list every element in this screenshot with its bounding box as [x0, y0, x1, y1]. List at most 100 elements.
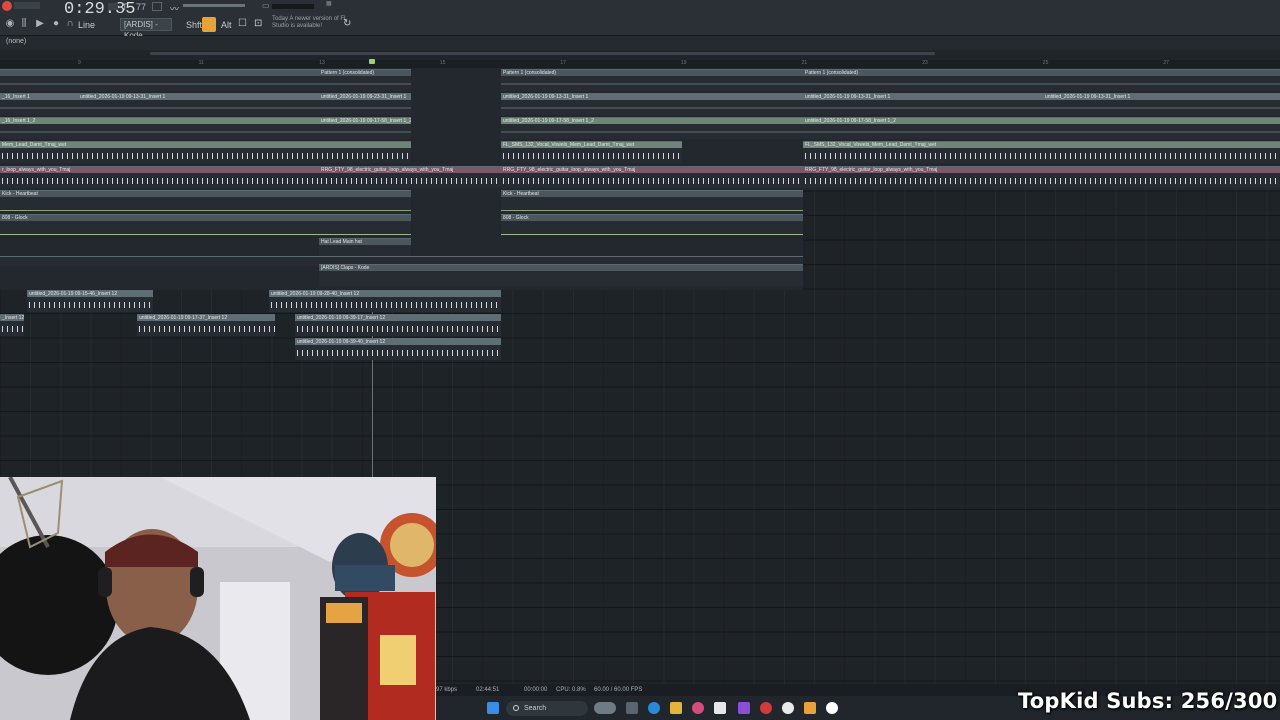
audio-clip[interactable]: untitled_2026-01-19 09-23-31_Insert 1 — [319, 93, 411, 115]
audio-clip[interactable]: _16_Insert 1_2 — [0, 117, 319, 139]
search-icon — [513, 705, 519, 711]
audio-clip[interactable]: untitled_2026-01-19 09-13-31_Insert 1 — [803, 93, 1043, 115]
vocal-clip[interactable]: _Insert 12 — [0, 314, 24, 336]
pattern-mode-icon[interactable]: ◉ — [4, 18, 16, 30]
play-icon[interactable]: ▶ — [34, 18, 46, 30]
scroll-thumb[interactable] — [150, 52, 935, 55]
record-time-readout: 00:00:00 — [524, 687, 548, 693]
vocal-clip[interactable]: untitled_2026-01-19 09-28-40_Insert 12 — [269, 290, 501, 312]
media-player-icon[interactable] — [782, 702, 794, 714]
pattern-clip[interactable]: Kick - Heartbeat — [0, 190, 411, 212]
playhead-marker[interactable] — [369, 59, 375, 64]
master-pitch-slider[interactable] — [183, 4, 245, 7]
subscriber-goal-overlay: TopKid Subs: 256/300 — [1018, 689, 1278, 713]
clip-label: untitled_2026-01-19 09-17-58_Insert 1_2 — [803, 118, 1280, 124]
webcam-scene — [0, 477, 436, 720]
tempo-value: 77 — [136, 2, 147, 12]
audio-clip[interactable]: untitled_2026-01-19 09-13-31_Insert 1 — [1043, 93, 1280, 115]
fl-toolbar: 0:29:85 ◉ ⫼ ▶ ● ∩ Line T 77 〰 ▭ ▦ [ARDIS… — [0, 0, 1280, 40]
clip-label: untitled_2026-01-19 09-39-17_Insert 12 — [295, 315, 501, 321]
audio-clip[interactable]: untitled_2026-01-19 09-13-31_Insert 1 — [78, 93, 319, 115]
audio-clip[interactable]: untitled_2026-01-19 09-17-58_Insert 1_2 — [319, 117, 411, 139]
typing-keyboard-button[interactable] — [202, 17, 216, 32]
metronome-icon[interactable] — [152, 2, 162, 11]
pattern-selector[interactable]: [ARDIS] - Kode — [120, 18, 172, 40]
clip-label: untitled_2026-01-19 09-13-31_Insert 1 — [78, 94, 319, 100]
clip-label: untitled_2026-01-19 09-28-40_Insert 12 — [269, 291, 501, 297]
audio-clip[interactable]: _16_Insert 1 — [0, 93, 78, 115]
ruler-bar-label: 15 — [439, 60, 446, 66]
clip-label — [0, 70, 319, 76]
clip-label: _16_Insert 1 — [0, 94, 78, 100]
audio-clip[interactable]: FL_SMS_132_Vocal_Vowels_Mem_Lead_Damt_Tm… — [501, 141, 682, 163]
tempo-box[interactable] — [108, 3, 118, 10]
clip-label: untitled_2026-01-19 09-23-31_Insert 1 — [319, 94, 411, 100]
vocal-clip[interactable]: untitled_2026-01-19 09-17-37_Insert 12 — [137, 314, 275, 336]
recent-icon[interactable]: ☐ — [238, 18, 247, 29]
refresh-icon[interactable]: ↻ — [343, 18, 351, 29]
clip-label: r_loop_always_with_you_Tmaj — [0, 167, 319, 173]
obs-icon[interactable] — [826, 702, 838, 714]
pattern-clip[interactable]: [ARDIS] Claps - Kode — [319, 264, 803, 286]
update-notice[interactable]: Today A newer version of FL Studio is av… — [272, 16, 352, 30]
clip-label: Pattern 1 (consolidated) — [501, 70, 803, 76]
store-icon[interactable] — [714, 702, 726, 714]
pattern-clip[interactable]: Pattern 1 (consolidated) — [319, 69, 411, 91]
task-view-icon[interactable] — [626, 702, 638, 714]
clip-label: RRG_FTY_98_electric_guitar_loop_always_w… — [803, 167, 1280, 173]
pattern-clip[interactable]: 808 - Glock — [501, 214, 803, 236]
audio-clip[interactable]: FL_SMS_132_Vocal_Vowels_Mem_Lead_Damt_Tm… — [803, 141, 1280, 163]
ruler-bar-label: 17 — [560, 60, 566, 66]
widgets-icon[interactable] — [594, 702, 616, 714]
audio-clip[interactable]: RRG_FTY_98_electric_guitar_loop_always_w… — [803, 166, 1280, 188]
microphone-icon[interactable]: ● — [50, 18, 62, 30]
pattern-clip[interactable] — [0, 69, 319, 91]
clip-label: Hat Lead Main hat — [319, 239, 411, 245]
windows-start-icon[interactable] — [487, 702, 499, 714]
hint-bar — [0, 36, 1280, 50]
master-volume-slider[interactable] — [14, 2, 40, 9]
timeline-ruler[interactable] — [0, 60, 1280, 68]
audio-clip[interactable]: r_loop_always_with_you_Tmaj — [0, 166, 319, 188]
vocal-clip[interactable]: untitled_2026-01-19 09-39-17_Insert 12 — [295, 314, 501, 336]
photos-icon[interactable] — [692, 702, 704, 714]
fl-studio-icon[interactable] — [804, 702, 816, 714]
bitrate-readout: 97 kbps — [436, 687, 458, 693]
clip-label: 808 - Glock — [501, 215, 803, 221]
clip-label: untitled_2026-01-19 09-13-31_Insert 1 — [803, 94, 1043, 100]
audio-clip[interactable]: Mem_Lead_Damt_Tmaj_wet — [0, 141, 411, 163]
wave-icon[interactable]: 〰 — [170, 2, 179, 14]
clip-label: Mem_Lead_Damt_Tmaj_wet — [0, 142, 411, 148]
audio-clip[interactable]: untitled_2026-01-19 09-17-58_Insert 1_2 — [803, 117, 1280, 139]
pattern-clip[interactable]: Pattern 1 (consolidated) — [501, 69, 803, 91]
mixer-icon[interactable]: ⫼ — [18, 18, 30, 30]
snap-select[interactable]: Line — [78, 20, 95, 30]
pattern-clip[interactable]: Kick - Heartbeat — [501, 190, 803, 212]
clip-label: FL_SMS_132_Vocal_Vowels_Mem_Lead_Damt_Tm… — [803, 142, 1280, 148]
vocal-clip[interactable]: untitled_2026-01-19 09-39-40_Insert 12 — [295, 338, 501, 360]
edge-icon[interactable] — [648, 702, 660, 714]
screen: 0:29:85 ◉ ⫼ ▶ ● ∩ Line T 77 〰 ▭ ▦ [ARDIS… — [0, 0, 1280, 720]
memory-readout: ▦ — [326, 1, 332, 7]
chrome-icon[interactable] — [760, 702, 772, 714]
audio-clip[interactable]: RRG_FTY_98_electric_guitar_loop_always_w… — [319, 166, 501, 188]
discord-icon[interactable] — [738, 702, 750, 714]
audio-clip[interactable]: untitled_2026-01-19 09-17-58_Insert 1_2 — [501, 117, 803, 139]
audio-clip[interactable]: untitled_2026-01-19 09-13-31_Insert 1 — [501, 93, 803, 115]
webcam-overlay — [0, 477, 436, 720]
vocal-clip[interactable]: untitled_2026-01-19 09-15-46_Insert 12 — [27, 290, 153, 312]
clip-label: Pattern 1 (consolidated) — [803, 70, 1280, 76]
record-icon[interactable] — [2, 1, 12, 11]
audio-clip[interactable]: RRG_FTY_98_electric_guitar_loop_always_w… — [501, 166, 803, 188]
clip-label: untitled_2026-01-19 09-13-31_Insert 1 — [501, 94, 803, 100]
file-explorer-icon[interactable] — [670, 702, 682, 714]
cart-icon[interactable]: ⊡ — [254, 18, 262, 29]
ruler-bar-label: 11 — [198, 60, 204, 66]
cpu-readout: CPU: 0.8% — [556, 687, 586, 693]
clip-label: [ARDIS] Claps - Kode — [319, 265, 803, 271]
pattern-clip[interactable]: Pattern 1 (consolidated) — [803, 69, 1280, 91]
clip-label: RRG_FTY_98_electric_guitar_loop_always_w… — [501, 167, 803, 173]
preset-selector[interactable]: (none) — [6, 38, 26, 45]
magnet-icon[interactable]: ∩ — [64, 18, 76, 30]
pattern-clip[interactable]: 808 - Glock — [0, 214, 411, 236]
